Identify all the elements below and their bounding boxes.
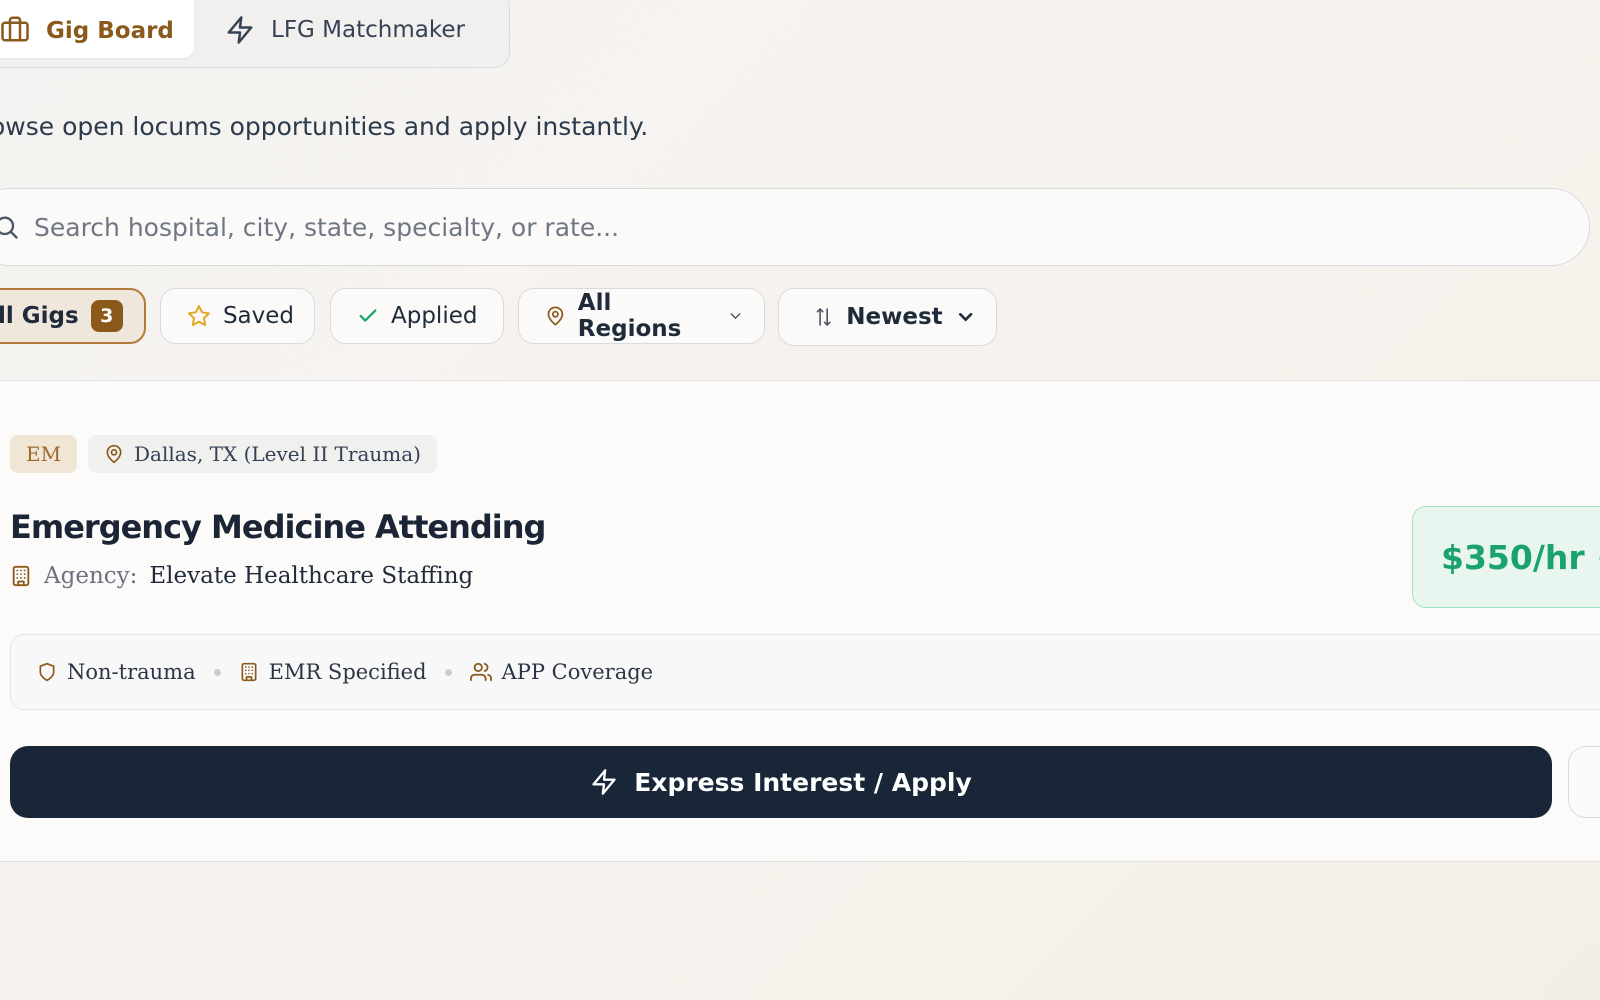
check-icon (359, 309, 377, 322)
tab-label: LFG Matchmaker (271, 17, 465, 43)
separator-dot (213, 668, 221, 676)
secondary-action-button[interactable] (1568, 746, 1600, 818)
region-dropdown[interactable]: All Regions (518, 288, 765, 344)
filter-all-gigs[interactable]: ll Gigs 3 (0, 288, 146, 344)
feature-item: EMR Specified (239, 660, 427, 684)
shield-icon (39, 662, 55, 682)
feature-label: Non-trauma (67, 660, 196, 684)
filter-label: ll Gigs (0, 303, 79, 329)
filter-saved[interactable]: Saved (160, 288, 315, 344)
map-pin-icon (106, 444, 122, 464)
search-icon (0, 216, 18, 239)
agency-label: Agency: (44, 563, 138, 589)
count-badge: 3 (90, 300, 123, 332)
lightning-icon (592, 769, 616, 795)
specialty-tag: EM (10, 435, 78, 473)
tab-lfg-matchmaker[interactable]: LFG Matchmaker (225, 8, 465, 52)
briefcase-icon (1, 16, 29, 42)
feature-item: APP Coverage (469, 660, 654, 684)
features-row: Non-trauma EMR Specified APP Coverage (10, 634, 1600, 710)
apply-button[interactable]: Express Interest / Apply (10, 746, 1552, 818)
building-icon (12, 565, 30, 587)
building-icon (241, 662, 257, 682)
sort-dropdown[interactable]: Newest (778, 288, 997, 346)
region-label: All Regions (577, 290, 682, 342)
chevron-down-icon (730, 313, 741, 320)
sort-arrows-icon (816, 308, 831, 326)
location-tag: Dallas, TX (Level II Trauma) (88, 435, 437, 473)
filter-label: Saved (222, 303, 294, 329)
filter-label: Applied (391, 303, 478, 329)
tab-gig-board[interactable]: Gig Board (0, 0, 194, 58)
search-input[interactable] (34, 205, 1234, 249)
rate-badge: $350/hr + (1412, 506, 1600, 608)
users-icon (469, 662, 492, 682)
feature-label: EMR Specified (268, 660, 427, 684)
chevron-down-icon (958, 313, 973, 322)
feature-label: APP Coverage (501, 660, 654, 684)
gig-title: Emergency Medicine Attending (10, 508, 546, 546)
lightning-icon (227, 16, 253, 44)
page-subtitle: owse open locums opportunities and apply… (0, 112, 649, 141)
agency-row: Agency: Elevate Healthcare Staffing (10, 563, 473, 589)
agency-name: Elevate Healthcare Staffing (149, 563, 474, 589)
location-text: Dallas, TX (Level II Trauma) (134, 442, 421, 466)
tab-label: Gig Board (46, 18, 174, 44)
filter-applied[interactable]: Applied (330, 288, 504, 344)
apply-label: Express Interest / Apply (634, 767, 972, 797)
separator-dot (444, 668, 452, 676)
feature-item: Non-trauma (37, 660, 196, 684)
star-icon (187, 305, 210, 326)
sort-label: Newest (846, 304, 943, 330)
map-pin-icon (547, 306, 564, 326)
